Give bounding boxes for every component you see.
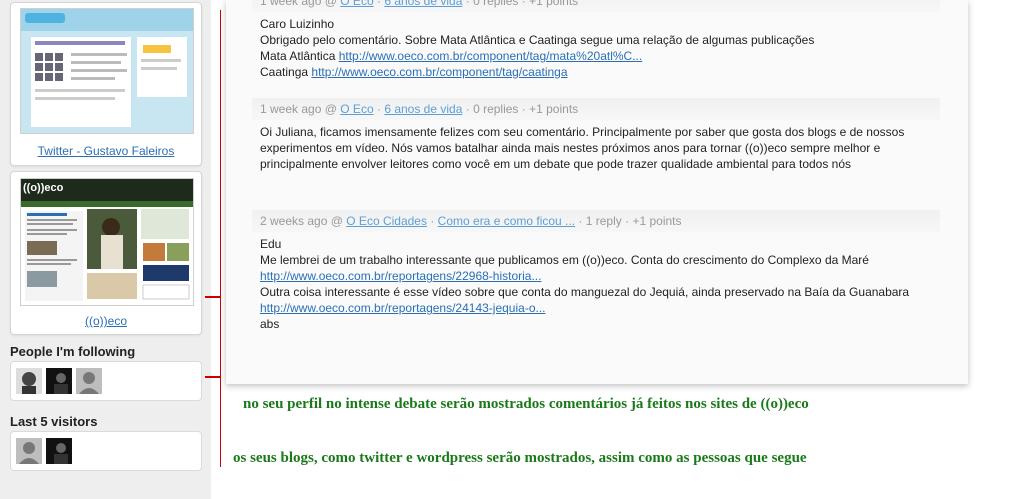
site-link-twitter[interactable]: Twitter - Gustavo Faleiros xyxy=(11,144,201,158)
annotation-note-comments: no seu perfil no intense debate serão mo… xyxy=(243,396,809,412)
comment-link[interactable]: http://www.oeco.com.br/component/tag/caa… xyxy=(311,65,567,79)
oeco-screenshot-image xyxy=(21,179,193,305)
meta-separator: · xyxy=(465,102,470,116)
meta-separator: · xyxy=(625,214,630,228)
comment-post-link[interactable]: Como era e como ficou ... xyxy=(438,214,575,228)
sidebar: Twitter - Gustavo Faleiros ((o))eco ((o)… xyxy=(0,0,211,499)
annotation-tick-sites xyxy=(205,296,221,298)
following-avatar-1[interactable] xyxy=(16,368,42,394)
comment-time: 2 weeks ago xyxy=(260,214,328,228)
comment-replies[interactable]: 0 replies xyxy=(473,0,518,8)
comment-line: Mata Atlântica xyxy=(260,49,336,63)
oeco-thumbnail-logo: ((o))eco xyxy=(23,182,64,194)
comment-line: Obrigado pelo comentário. Sobre Mata Atl… xyxy=(260,33,815,47)
comments-panel: 1 week ago @ O Eco · 6 anos de vida · 0 … xyxy=(226,0,968,384)
comment-line: Oi Juliana, ficamos imensamente felizes … xyxy=(260,125,905,171)
comment-at: @ xyxy=(324,0,337,8)
following-heading: People I'm following xyxy=(10,344,136,359)
comment-replies[interactable]: 1 reply xyxy=(586,214,622,228)
site-card-twitter[interactable]: Twitter - Gustavo Faleiros xyxy=(10,2,202,166)
comment-meta: 1 week ago @ O Eco · 6 anos de vida · 0 … xyxy=(252,98,940,120)
following-avatar-3[interactable] xyxy=(76,368,102,394)
comment-line: Edu xyxy=(260,237,282,251)
comment-author-link[interactable]: O Eco xyxy=(340,0,373,8)
meta-separator: · xyxy=(578,214,583,228)
comment-1: 1 week ago @ O Eco · 6 anos de vida · 0 … xyxy=(252,0,940,80)
annotation-note-blogs: os seus blogs, como twitter e wordpress … xyxy=(233,450,807,466)
comment-points: +1 points xyxy=(529,102,579,116)
twitter-thumbnail[interactable] xyxy=(20,8,194,134)
visitor-avatar-1[interactable] xyxy=(16,438,42,464)
comment-post-link[interactable]: 6 anos de vida xyxy=(384,0,462,8)
comment-2: 1 week ago @ O Eco · 6 anos de vida · 0 … xyxy=(252,98,940,172)
comment-points: +1 points xyxy=(529,0,579,8)
comment-3: 2 weeks ago @ O Eco Cidades · Como era e… xyxy=(252,210,940,332)
meta-separator: · xyxy=(430,214,435,228)
meta-separator: · xyxy=(376,0,381,8)
comment-author-link[interactable]: O Eco xyxy=(340,102,373,116)
comment-author-link[interactable]: O Eco Cidades xyxy=(346,214,427,228)
annotation-vertical-line xyxy=(220,10,221,467)
comment-line: Caro Luizinho xyxy=(260,17,335,31)
twitter-screenshot-image xyxy=(21,9,193,133)
annotation-tick-people xyxy=(205,376,221,378)
comment-line: Caatinga xyxy=(260,65,309,79)
comment-link[interactable]: http://www.oeco.com.br/reportagens/24143… xyxy=(260,301,546,315)
comment-line: Me lembrei de um trabalho interessante q… xyxy=(260,253,869,267)
visitors-heading: Last 5 visitors xyxy=(10,414,98,429)
meta-separator: · xyxy=(376,102,381,116)
following-list xyxy=(10,361,202,401)
visitors-list xyxy=(10,431,202,471)
meta-separator: · xyxy=(521,102,526,116)
site-card-oeco[interactable]: ((o))eco ((o))eco xyxy=(10,171,202,335)
comment-meta: 1 week ago @ O Eco · 6 anos de vida · 0 … xyxy=(252,0,940,12)
meta-separator: · xyxy=(465,0,470,8)
comment-points: +1 points xyxy=(632,214,682,228)
comment-at: @ xyxy=(324,102,337,116)
comment-meta: 2 weeks ago @ O Eco Cidades · Como era e… xyxy=(252,210,940,232)
comment-line: Outra coisa interessante é esse vídeo so… xyxy=(260,285,910,299)
meta-separator: · xyxy=(521,0,526,8)
comment-body: Caro Luizinho Obrigado pelo comentário. … xyxy=(252,12,940,80)
comment-post-link[interactable]: 6 anos de vida xyxy=(384,102,462,116)
comment-at: @ xyxy=(330,214,343,228)
comment-time: 1 week ago xyxy=(260,102,322,116)
comment-line: abs xyxy=(260,317,280,331)
comment-replies[interactable]: 0 replies xyxy=(473,102,518,116)
comment-link[interactable]: http://www.oeco.com.br/reportagens/22968… xyxy=(260,269,541,283)
comment-body: Edu Me lembrei de um trabalho interessan… xyxy=(252,232,940,332)
comment-time: 1 week ago xyxy=(260,0,322,8)
following-avatar-2[interactable] xyxy=(46,368,72,394)
comment-body: Oi Juliana, ficamos imensamente felizes … xyxy=(252,120,940,172)
site-link-oeco[interactable]: ((o))eco xyxy=(11,314,201,328)
visitor-avatar-2[interactable] xyxy=(46,438,72,464)
comment-link[interactable]: http://www.oeco.com.br/component/tag/mat… xyxy=(339,49,642,63)
oeco-thumbnail[interactable]: ((o))eco xyxy=(20,178,194,306)
